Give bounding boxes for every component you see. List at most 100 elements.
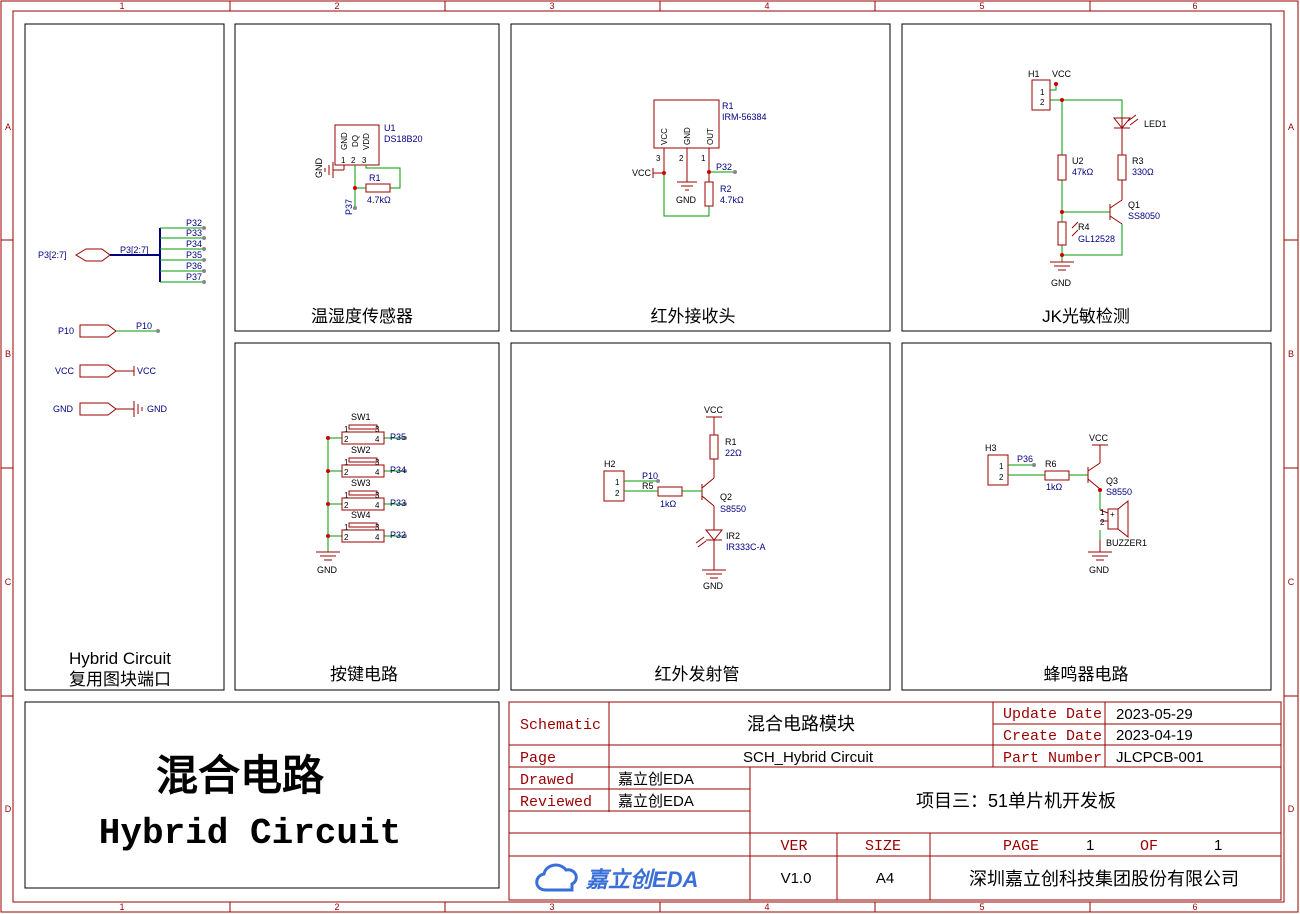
u2-value: 47kΩ [1072,167,1094,177]
ir-tx-r1-ref: R1 [725,437,737,447]
bz-pin2: 2 [1100,518,1105,527]
bus-label: P3[2:7] [120,245,149,255]
ir-rx-r2-ref: R2 [720,184,732,194]
vcc-net-label: VCC [137,366,157,376]
h2-body [603,470,625,502]
bz-net-p36: P36 [1017,454,1033,464]
company-name: 深圳嘉立创科技集团股份有限公司 [969,869,1239,889]
temp-gnd-label: GND [314,158,324,179]
ir-tx-panel: VCC R1 22Ω H2 1 2 P10 R5 1kΩ Q2 S8550 IR… [603,405,766,684]
page-value: SCH_Hybrid Circuit [743,749,874,766]
temp-panel-box [234,23,500,332]
update-date-value: 2023-05-29 [1116,706,1193,723]
irm-pin1: 1 [701,154,706,163]
q1-ref: Q1 [1128,200,1140,210]
col-marker-3: 3 [549,1,554,11]
ir2-ref: IR2 [726,531,740,541]
light-vcc: VCC [1052,69,1072,79]
ver-value: V1.0 [781,870,812,887]
col-marker-4: 4 [764,1,769,11]
sw1-net: P35 [390,432,406,442]
ir-tx-r5 [657,486,683,497]
ir-tx-panel-box [510,342,891,691]
irm-ref: R1 [722,101,734,111]
keys-panel-title: 按键电路 [330,665,398,684]
q2-value: S8550 [720,504,746,514]
size-label: SIZE [865,838,901,855]
p10-port-label: P10 [58,326,74,336]
part-number-value: JLCPCB-001 [1116,749,1204,766]
bus-net-p34: P34 [186,239,202,249]
sw2-pin1: 1 [344,458,349,467]
bz-plus: + [1110,510,1115,519]
row-marker-c: C [5,577,12,587]
h1-pin1: 1 [1040,88,1045,97]
sw4-ref: SW4 [351,510,371,520]
buzzer-panel: VCC H3 1 2 P36 R6 1kΩ Q3 S8550 1 2 + BUZ… [985,433,1147,684]
create-date-label: Create Date [1003,728,1102,745]
temp-r1 [365,183,391,193]
row-marker-d-right: D [1288,804,1295,814]
sw3-pin2: 2 [344,501,349,510]
ir-tx-r1 [709,434,719,460]
col-marker-3-bottom: 3 [549,902,554,912]
ir-tx-r5-value: 1kΩ [660,499,677,509]
create-date-value: 2023-04-19 [1116,727,1193,744]
jlc-eda-logo: 嘉立创EDA [535,863,698,892]
row-marker-c-right: C [1288,577,1295,587]
ir-rx-gnd: GND [676,195,697,205]
temp-net-p37: P37 [344,199,354,215]
bz-vcc: VCC [1089,433,1109,443]
gnd-port-symbol[interactable] [79,402,117,416]
r3-body [1117,154,1127,181]
r3-value: 330Ω [1132,167,1154,177]
temp-panel: GND DQ VDD 1 2 3 U1 DS18B20 GND R1 4.7kΩ… [311,123,423,326]
r4-value: GL12528 [1078,234,1115,244]
sw3-ref: SW3 [351,478,371,488]
sw2-pin2: 2 [344,468,349,477]
ver-label: VER [780,838,807,855]
ir-tx-r1-value: 22Ω [725,448,742,458]
col-marker-4-bottom: 4 [764,902,769,912]
bus-port-label: P3[2:7] [38,250,67,260]
col-marker-6-bottom: 6 [1192,902,1197,912]
u1-ref: U1 [384,123,396,133]
ir-tx-vcc: VCC [704,405,724,415]
logo-text: 嘉立创EDA [585,867,698,892]
sw1-pin1: 1 [344,425,349,434]
sw3-pin4: 4 [375,501,380,510]
h3-pin2: 2 [999,473,1004,482]
u2-body [1057,154,1067,181]
temp-panel-title: 温湿度传感器 [311,307,413,326]
h3-body [987,454,1009,486]
u1-pin-dq: DQ [351,135,360,147]
bus-port-symbol[interactable] [75,248,111,262]
r4-ref: R4 [1078,222,1090,232]
bz-gnd: GND [1089,565,1110,575]
of-label: OF [1140,838,1158,855]
reviewed-value: 嘉立创EDA [618,793,694,810]
sw1-pin2: 2 [344,435,349,444]
col-marker-6: 6 [1192,1,1197,11]
vcc-port-symbol[interactable] [79,364,117,378]
bz-r6 [1044,470,1070,481]
sw2-pin4: 4 [375,468,380,477]
sw4-pin1: 1 [344,523,349,532]
buzzer-panel-title: 蜂鸣器电路 [1044,665,1129,684]
sw3-pin3: 3 [375,491,380,500]
sw4-pin3: 3 [375,523,380,532]
r3-ref: R3 [1132,156,1144,166]
irm-pin-out: OUT [706,128,715,145]
u1-pin-vdd: VDD [362,133,371,150]
h1-pin2: 2 [1040,98,1045,107]
h2-pin2: 2 [615,489,620,498]
q3-value: S8550 [1106,487,1132,497]
col-marker-2-bottom: 2 [334,902,339,912]
page-no-label: PAGE [1003,838,1039,855]
u1-value: DS18B20 [384,134,423,144]
p10-port-symbol[interactable] [79,324,117,338]
light-panel-box [901,23,1272,332]
schematic-value: 混合电路模块 [747,714,855,734]
col-marker-1: 1 [119,1,124,11]
h3-pin1: 1 [999,462,1004,471]
